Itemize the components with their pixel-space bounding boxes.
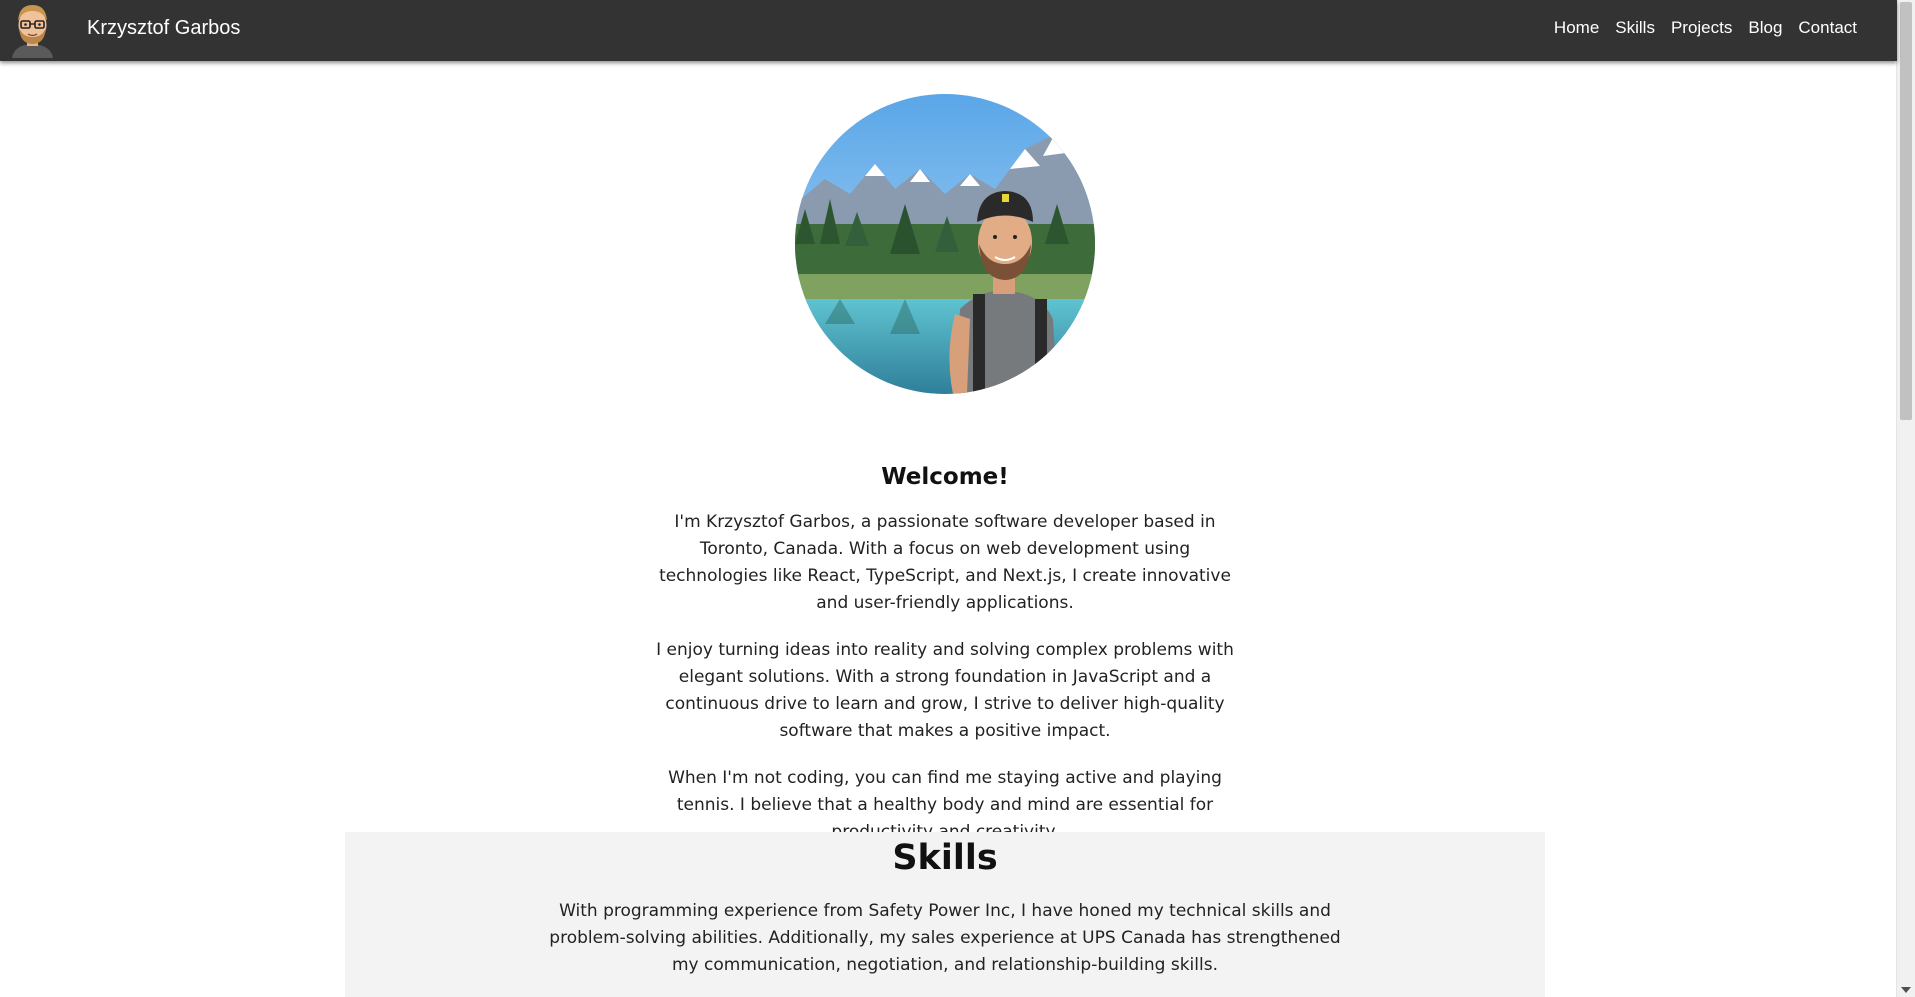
about-paragraph: I enjoy turning ideas into reality and s… [656, 640, 1234, 741]
skills-description: With programming experience from Safety … [549, 901, 1341, 975]
about-paragraph: I'm Krzysztof Garbos, a passionate softw… [659, 512, 1231, 613]
scrollbar-thumb[interactable] [1900, 2, 1912, 420]
navbar: Krzysztof Garbos Home Skills Projects Bl… [0, 0, 1897, 61]
skills-heading: Skills [892, 838, 998, 878]
skills-section: Skills With programming experience from … [345, 832, 1545, 997]
nav-menu: Home Skills Projects Blog Contact [1554, 18, 1857, 38]
page: Krzysztof Garbos Home Skills Projects Bl… [0, 0, 1915, 997]
nav-link-home[interactable]: Home [1554, 18, 1599, 38]
welcome-heading: Welcome! [881, 464, 1009, 490]
nav-link-contact[interactable]: Contact [1798, 18, 1857, 38]
nav-link-blog[interactable]: Blog [1748, 18, 1782, 38]
avatar-icon[interactable] [10, 1, 55, 58]
about-section: Welcome! I'm Krzysztof Garbos, a passion… [645, 464, 1245, 866]
page-scrollbar[interactable] [1896, 0, 1915, 997]
nav-link-projects[interactable]: Projects [1671, 18, 1732, 38]
nav-link-skills[interactable]: Skills [1615, 18, 1655, 38]
profile-photo [795, 94, 1095, 394]
site-title[interactable]: Krzysztof Garbos [87, 17, 240, 40]
scroll-down-arrow-icon[interactable] [1901, 987, 1911, 993]
